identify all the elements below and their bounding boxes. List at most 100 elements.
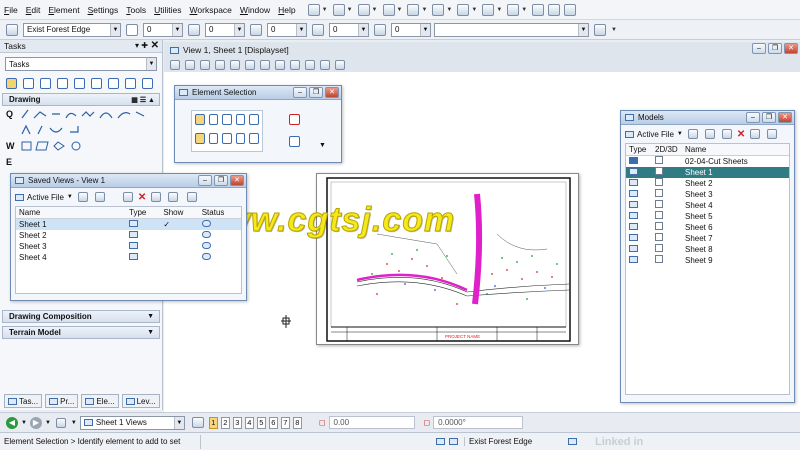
view-button-1[interactable]: 1 xyxy=(208,416,218,429)
drawing-composition-header[interactable]: Drawing Composition ▼ xyxy=(2,310,160,323)
transparency-icon[interactable] xyxy=(312,23,324,36)
col-dimension[interactable]: 2D/3D xyxy=(652,144,682,156)
lock-icon[interactable] xyxy=(436,438,445,445)
forward-arrow-icon[interactable]: ▶ xyxy=(29,416,42,429)
line-select-icon[interactable] xyxy=(249,114,259,125)
restore-icon[interactable]: ❐ xyxy=(768,43,782,54)
table-row[interactable]: Sheet 4 xyxy=(626,200,789,211)
restore-icon[interactable]: ❐ xyxy=(214,175,228,186)
line-weight-icon[interactable] xyxy=(250,23,262,36)
menu-element[interactable]: Element xyxy=(44,5,83,15)
import-icon[interactable] xyxy=(767,129,778,139)
clear-selection-icon[interactable] xyxy=(289,114,300,125)
apply-icon[interactable] xyxy=(168,192,179,202)
tool-8-icon[interactable] xyxy=(142,77,153,89)
minimize-icon[interactable]: – xyxy=(746,112,760,123)
subtract-selection-icon[interactable] xyxy=(222,133,232,144)
minimize-icon[interactable]: – xyxy=(293,87,307,98)
minimize-icon[interactable]: – xyxy=(752,43,766,54)
table-row[interactable]: 02-04-Cut Sheets xyxy=(626,156,789,167)
delete-icon[interactable]: ✕ xyxy=(737,129,745,140)
drawing-tools-icons[interactable] xyxy=(20,108,150,120)
view-button-8[interactable]: 8 xyxy=(292,416,302,429)
tool-7-icon[interactable] xyxy=(125,77,136,89)
table-row[interactable]: Sheet 5 xyxy=(626,211,789,222)
tool-6-icon[interactable] xyxy=(108,77,119,89)
chevron-down-icon[interactable]: ▼ xyxy=(45,420,51,426)
circle-select-icon[interactable] xyxy=(235,114,246,125)
copy-view-icon[interactable] xyxy=(320,60,330,70)
col-show[interactable]: Show xyxy=(160,207,199,219)
update-view-icon[interactable] xyxy=(185,60,195,70)
col-type[interactable]: Type xyxy=(126,207,161,219)
menu-utilities[interactable]: Utilities xyxy=(150,5,185,15)
table-row[interactable]: Sheet 2 xyxy=(16,230,241,241)
drawing-tools-icons-2[interactable] xyxy=(20,124,150,136)
close-icon[interactable]: ✕ xyxy=(325,87,339,98)
view-button-2[interactable]: 2 xyxy=(220,416,230,429)
priority-icon[interactable] xyxy=(374,23,386,36)
table-row[interactable]: Sheet 8 xyxy=(626,244,789,255)
table-row[interactable]: Sheet 2 xyxy=(626,178,789,189)
menu-tools[interactable]: Tools xyxy=(122,5,150,15)
tool-1-icon[interactable] xyxy=(23,77,34,89)
new-model-icon[interactable] xyxy=(687,129,698,139)
back-arrow-icon[interactable]: ◀ xyxy=(6,416,18,429)
color-swatch-icon[interactable] xyxy=(126,23,138,36)
minimize-icon[interactable]: – xyxy=(198,175,212,186)
snap-icon[interactable] xyxy=(449,438,458,445)
distance-lock-icon[interactable]: ◻ xyxy=(319,418,326,427)
select-all-icon[interactable] xyxy=(249,133,259,144)
table-row[interactable]: Sheet 3 xyxy=(16,241,241,252)
add-selection-icon[interactable] xyxy=(208,133,219,144)
layers-icon[interactable] xyxy=(457,3,470,16)
close-icon[interactable]: ✕ xyxy=(784,43,798,54)
line-style-icon[interactable] xyxy=(188,23,200,36)
rotate-view-icon[interactable] xyxy=(260,60,270,70)
view-attributes-icon[interactable] xyxy=(170,60,180,70)
restore-icon[interactable]: ❐ xyxy=(762,112,776,123)
folder-icon[interactable] xyxy=(750,129,761,139)
copy-model-icon[interactable] xyxy=(704,129,715,139)
window-area-icon[interactable] xyxy=(230,60,240,70)
table-row[interactable]: Sheet 6 xyxy=(626,222,789,233)
chevron-down-icon[interactable]: ▼ xyxy=(67,194,73,200)
pan-view-icon[interactable] xyxy=(275,60,285,70)
menu-workspace[interactable]: Workspace xyxy=(186,5,236,15)
coordinate-field[interactable]: 0.00 xyxy=(328,416,415,429)
sheet-drawing[interactable]: PROJECT NAME xyxy=(316,173,579,345)
view-button-6[interactable]: 6 xyxy=(268,416,278,429)
play-icon[interactable] xyxy=(187,192,198,202)
render-icon[interactable] xyxy=(507,3,520,16)
col-type[interactable]: Type xyxy=(626,144,652,156)
view-show[interactable]: ✓ xyxy=(160,218,199,230)
new-selection-icon[interactable] xyxy=(195,133,205,144)
individual-select-icon[interactable] xyxy=(195,114,205,125)
zoom-out-icon[interactable] xyxy=(215,60,225,70)
fence-icon[interactable] xyxy=(357,3,370,16)
transparency-combo[interactable]: 0 ▼ xyxy=(329,22,369,37)
invert-selection-icon[interactable] xyxy=(235,133,246,144)
tool-2-icon[interactable] xyxy=(40,77,51,89)
zoom-in-icon[interactable] xyxy=(200,60,210,70)
tool-3-icon[interactable] xyxy=(57,77,68,89)
chevron-down-icon[interactable]: ▼ xyxy=(677,131,683,137)
link-icon[interactable] xyxy=(77,192,88,202)
view-button-5[interactable]: 5 xyxy=(256,416,266,429)
views-icon[interactable] xyxy=(55,417,66,428)
line-weight-combo[interactable]: 0 ▼ xyxy=(267,22,307,37)
view-groups-icon[interactable] xyxy=(191,417,204,428)
open-icon[interactable] xyxy=(94,192,105,202)
clear-icon[interactable] xyxy=(564,3,577,16)
tab-properties[interactable]: Pr... xyxy=(45,394,79,408)
view-button-4[interactable]: 4 xyxy=(244,416,254,429)
tasks-combo[interactable]: Tasks ▼ xyxy=(5,57,157,71)
grid-icon[interactable] xyxy=(548,3,561,16)
selection-tool-icon[interactable] xyxy=(6,77,17,89)
table-row[interactable]: Sheet 7 xyxy=(626,233,789,244)
view-previous-icon[interactable] xyxy=(290,60,300,70)
view-show[interactable] xyxy=(160,241,198,252)
view-mode-icon[interactable]: ▦ ☰ ▲ xyxy=(131,96,155,104)
table-row[interactable]: Sheet 1 ✓ xyxy=(16,218,241,230)
menu-window[interactable]: Window xyxy=(236,5,274,15)
